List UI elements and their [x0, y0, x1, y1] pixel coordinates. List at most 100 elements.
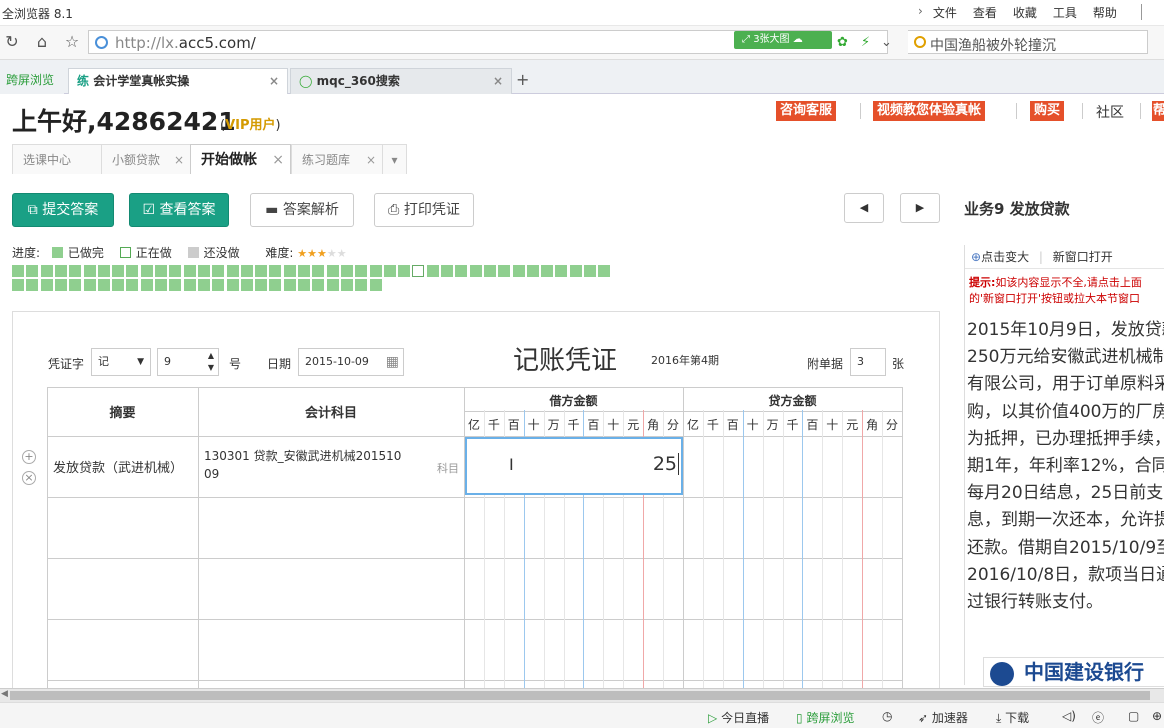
remove-row-icon[interactable]: × — [22, 471, 36, 485]
chevron-right-icon[interactable]: › — [918, 4, 923, 21]
ie-icon[interactable]: ⓔ — [1092, 709, 1104, 726]
help-button[interactable]: 帮 — [1152, 101, 1164, 121]
progress-cell[interactable] — [355, 279, 368, 292]
stepper-down-icon[interactable]: ▼ — [208, 355, 214, 381]
progress-cell[interactable] — [298, 265, 310, 277]
progress-cell[interactable] — [140, 279, 153, 292]
progress-cell[interactable] — [26, 265, 39, 277]
progress-cell[interactable] — [12, 265, 24, 277]
progress-cell[interactable] — [155, 279, 167, 292]
progress-cell[interactable] — [126, 265, 139, 277]
close-icon[interactable]: × — [174, 145, 184, 175]
home-icon[interactable]: ⌂ — [32, 32, 52, 52]
close-icon[interactable]: × — [272, 145, 284, 175]
progress-cell[interactable] — [441, 265, 453, 277]
progress-cell[interactable] — [126, 279, 139, 292]
progress-cell[interactable] — [112, 279, 125, 292]
progress-cell[interactable] — [569, 265, 582, 277]
progress-cell[interactable] — [326, 265, 339, 277]
progress-cell[interactable] — [369, 279, 382, 292]
menu-favorites[interactable]: 收藏 — [1013, 4, 1037, 21]
attach-count-field[interactable]: 3 — [850, 348, 886, 376]
prev-button[interactable]: ◀ — [844, 193, 884, 223]
progress-cell[interactable] — [54, 279, 67, 292]
zoom-percent-icon[interactable]: ⊕ — [1152, 709, 1162, 723]
progress-cell[interactable] — [183, 279, 196, 292]
search-box[interactable]: 中国渔船被外轮撞沉 — [908, 30, 1148, 54]
progress-cell[interactable] — [183, 265, 196, 277]
refresh-icon[interactable]: ↻ — [2, 32, 22, 52]
buy-button[interactable]: 购买 — [1030, 101, 1065, 121]
progress-cell[interactable] — [340, 279, 353, 292]
account-hint[interactable]: 科目 — [437, 460, 459, 476]
progress-cell[interactable] — [240, 279, 253, 292]
video-demo-button[interactable]: 视频教您体验真帐 — [873, 101, 986, 121]
progress-cell[interactable] — [269, 279, 282, 292]
sound-icon[interactable]: ◁) — [1062, 709, 1076, 723]
progress-cell[interactable] — [584, 265, 596, 277]
tab-360-search[interactable]: ◯ mqc_360搜索 × — [290, 68, 512, 94]
progress-cell[interactable] — [212, 279, 225, 292]
chevron-down-icon[interactable]: ⌄ — [881, 35, 892, 50]
progress-cell[interactable] — [226, 279, 239, 292]
tab-acc5[interactable]: 练 会计学堂真帐实操 × — [68, 68, 288, 94]
submit-answer-button[interactable]: ⧉ 提交答案 — [12, 193, 114, 227]
progress-cell[interactable] — [398, 265, 411, 277]
new-window-link[interactable]: 新窗口打开 — [1053, 250, 1113, 264]
progress-cell[interactable] — [541, 265, 554, 277]
progress-cell[interactable] — [555, 265, 568, 277]
progress-cell[interactable] — [97, 279, 110, 292]
menu-help[interactable]: 帮助 — [1093, 4, 1117, 21]
progress-cell[interactable] — [312, 265, 325, 277]
progress-cell[interactable] — [255, 279, 268, 292]
progress-cell[interactable] — [598, 265, 611, 277]
progress-cell[interactable] — [226, 265, 239, 277]
progress-cell[interactable] — [197, 265, 210, 277]
progress-cell[interactable] — [512, 265, 525, 277]
progress-cell[interactable] — [97, 265, 110, 277]
progress-cell[interactable] — [269, 265, 282, 277]
row-summary[interactable]: 发放贷款（武进机械） — [53, 457, 183, 476]
star-icon[interactable]: ☆ — [62, 32, 82, 52]
progress-cell[interactable] — [197, 279, 210, 292]
minimize-icon[interactable] — [1141, 4, 1142, 20]
security-icon[interactable]: ✿ — [837, 35, 848, 50]
progress-cell[interactable] — [455, 265, 468, 277]
progress-cell[interactable] — [312, 279, 325, 292]
progress-cell[interactable] — [212, 265, 225, 277]
search-input[interactable]: 中国渔船被外轮撞沉 — [930, 35, 1056, 55]
progress-cell[interactable] — [426, 265, 439, 277]
menu-file[interactable]: 文件 — [933, 4, 957, 21]
live-link[interactable]: ▷ 今日直播 — [708, 709, 769, 726]
lightning-icon[interactable]: ⚡ — [861, 35, 870, 50]
close-icon[interactable]: × — [493, 69, 503, 93]
progress-cell[interactable] — [40, 265, 53, 277]
close-icon[interactable]: × — [269, 69, 279, 93]
zoom-icon[interactable]: ⊕ — [971, 250, 981, 264]
progress-cell[interactable] — [526, 265, 539, 277]
consult-button[interactable]: 咨询客服 — [776, 101, 837, 121]
progress-cell[interactable] — [169, 279, 182, 292]
progress-cell[interactable] — [140, 265, 153, 277]
progress-cell[interactable] — [412, 265, 425, 277]
progress-cell[interactable] — [355, 265, 368, 277]
new-tab-button[interactable]: + — [516, 70, 529, 89]
date-field[interactable]: 2015-10-09 ▦ — [298, 348, 404, 376]
menu-tools[interactable]: 工具 — [1053, 4, 1077, 21]
voucher-word-select[interactable]: 记 ▼ — [91, 348, 151, 376]
tab-cross-screen[interactable]: 跨屏浏览 — [0, 68, 64, 94]
progress-cell[interactable] — [54, 265, 67, 277]
progress-cell[interactable] — [169, 265, 182, 277]
tab-small-loan[interactable]: 小额贷款 × — [101, 144, 191, 174]
download-link[interactable]: ⤓ 下载 — [996, 709, 1029, 726]
answer-analysis-button[interactable]: ▬ 答案解析 — [250, 193, 354, 227]
progress-cell[interactable] — [69, 265, 82, 277]
cross-screen-link[interactable]: ▯ 跨屏浏览 — [796, 709, 854, 726]
tab-exercise-bank[interactable]: 练习题库 × — [291, 144, 383, 174]
history-icon[interactable]: ◷ — [882, 709, 892, 723]
progress-cell[interactable] — [83, 265, 96, 277]
progress-cell[interactable] — [498, 265, 511, 277]
add-row-icon[interactable]: + — [22, 450, 36, 464]
scroll-left-icon[interactable]: ◀ — [1, 689, 8, 699]
progress-cell[interactable] — [12, 279, 24, 292]
